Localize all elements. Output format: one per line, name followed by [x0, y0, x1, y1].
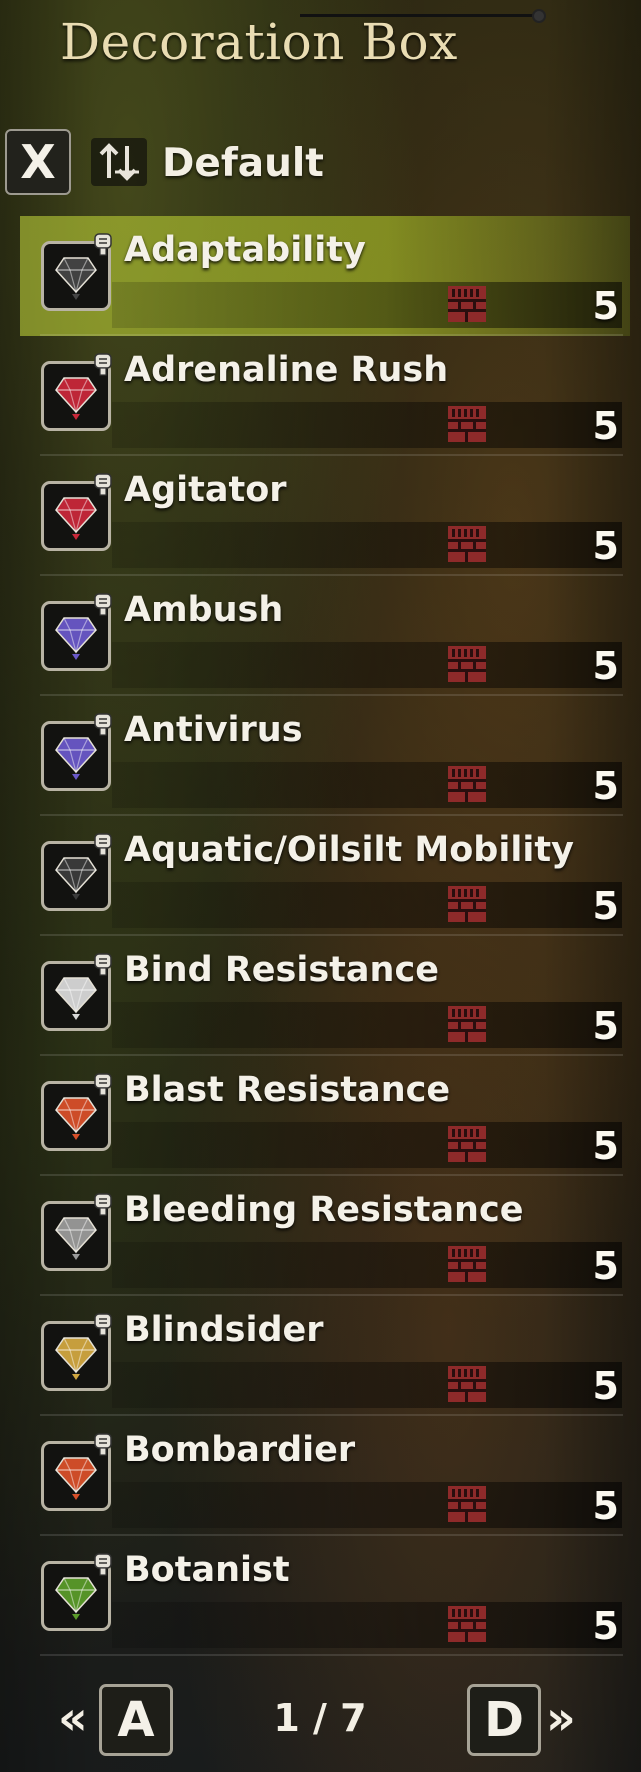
decoration-name: Ambush [124, 590, 284, 630]
slot-level-icon [446, 404, 488, 444]
decoration-quantity: 5 [592, 1484, 619, 1528]
pin-icon [91, 232, 115, 258]
decoration-row[interactable]: Bombardier 5 [0, 1416, 641, 1536]
pager: « A 1 / 7 D » [0, 1676, 641, 1766]
slot-level-icon [446, 284, 488, 324]
sort-label[interactable]: Default [162, 142, 324, 186]
decoration-row[interactable]: Adrenaline Rush 5 [0, 336, 641, 456]
pin-icon [91, 592, 115, 618]
pin-icon [91, 472, 115, 498]
sort-icon [91, 138, 147, 186]
row-quantity-bar [112, 642, 622, 688]
row-quantity-bar [112, 1482, 622, 1528]
decoration-row[interactable]: Blindsider 5 [0, 1296, 641, 1416]
slot-level-icon [446, 1484, 488, 1524]
decoration-quantity: 5 [592, 884, 619, 928]
chevron-left-icon: « [58, 1691, 88, 1745]
decoration-row[interactable]: Aquatic/Oilsilt Mobility 5 [0, 816, 641, 936]
pin-icon [91, 712, 115, 738]
page-indicator: 1 / 7 [273, 1696, 367, 1740]
pin-icon [91, 1072, 115, 1098]
slot-level-icon [446, 524, 488, 564]
pin-icon [91, 1312, 115, 1338]
decoration-quantity: 5 [592, 284, 619, 328]
row-quantity-bar [112, 1362, 622, 1408]
pin-icon [91, 832, 115, 858]
row-quantity-bar [112, 1002, 622, 1048]
decoration-quantity: 5 [592, 1604, 619, 1648]
chevron-right-icon: » [546, 1691, 576, 1745]
decoration-row[interactable]: Blast Resistance 5 [0, 1056, 641, 1176]
row-quantity-bar [112, 522, 622, 568]
decoration-quantity: 5 [592, 1124, 619, 1168]
decoration-name: Bombardier [124, 1430, 356, 1470]
decoration-name: Blast Resistance [124, 1070, 451, 1110]
sort-key-button[interactable]: X [5, 129, 71, 195]
row-quantity-bar [112, 1122, 622, 1168]
decoration-quantity: 5 [592, 1364, 619, 1408]
row-divider [40, 1654, 623, 1656]
decoration-quantity: 5 [592, 524, 619, 568]
decoration-row[interactable]: Antivirus 5 [0, 696, 641, 816]
prev-page-button[interactable]: A [99, 1684, 173, 1756]
decoration-row[interactable]: Bind Resistance 5 [0, 936, 641, 1056]
row-quantity-bar [112, 1602, 622, 1648]
decoration-quantity: 5 [592, 404, 619, 448]
decoration-row[interactable]: Botanist 5 [0, 1536, 641, 1656]
decoration-quantity: 5 [592, 644, 619, 688]
slot-level-icon [446, 644, 488, 684]
row-quantity-bar [112, 402, 622, 448]
slot-level-icon [446, 1124, 488, 1164]
decoration-row[interactable]: Bleeding Resistance 5 [0, 1176, 641, 1296]
page-title: Decoration Box [60, 13, 458, 71]
slot-level-icon [446, 1004, 488, 1044]
slot-level-icon [446, 764, 488, 804]
decoration-name: Adaptability [124, 230, 366, 270]
slot-level-icon [446, 884, 488, 924]
decoration-row[interactable]: Ambush 5 [0, 576, 641, 696]
decoration-name: Bind Resistance [124, 950, 439, 990]
slot-level-icon [446, 1244, 488, 1284]
row-quantity-bar [112, 882, 622, 928]
pin-icon [91, 1432, 115, 1458]
slot-level-icon [446, 1364, 488, 1404]
decoration-name: Blindsider [124, 1310, 324, 1350]
row-quantity-bar [112, 762, 622, 808]
next-page-button[interactable]: D [467, 1684, 541, 1756]
pin-icon [91, 1192, 115, 1218]
pin-icon [91, 1552, 115, 1578]
decoration-quantity: 5 [592, 1004, 619, 1048]
row-quantity-bar [112, 1242, 622, 1288]
decoration-name: Adrenaline Rush [124, 350, 449, 390]
decoration-name: Botanist [124, 1550, 290, 1590]
decoration-name: Agitator [124, 470, 287, 510]
pin-icon [91, 352, 115, 378]
decoration-name: Bleeding Resistance [124, 1190, 524, 1230]
decoration-quantity: 5 [592, 1244, 619, 1288]
decoration-name: Aquatic/Oilsilt Mobility [124, 830, 574, 870]
decoration-row[interactable]: Adaptability 5 [0, 216, 641, 336]
decoration-quantity: 5 [592, 764, 619, 808]
slot-level-icon [446, 1604, 488, 1644]
decoration-list: Adaptability 5 Adrenaline Rush 5 Agitator 5 Am… [0, 216, 641, 1656]
pin-icon [91, 952, 115, 978]
decoration-name: Antivirus [124, 710, 303, 750]
sort-bar: X Default [0, 124, 641, 208]
row-quantity-bar [112, 282, 622, 328]
decoration-row[interactable]: Agitator 5 [0, 456, 641, 576]
